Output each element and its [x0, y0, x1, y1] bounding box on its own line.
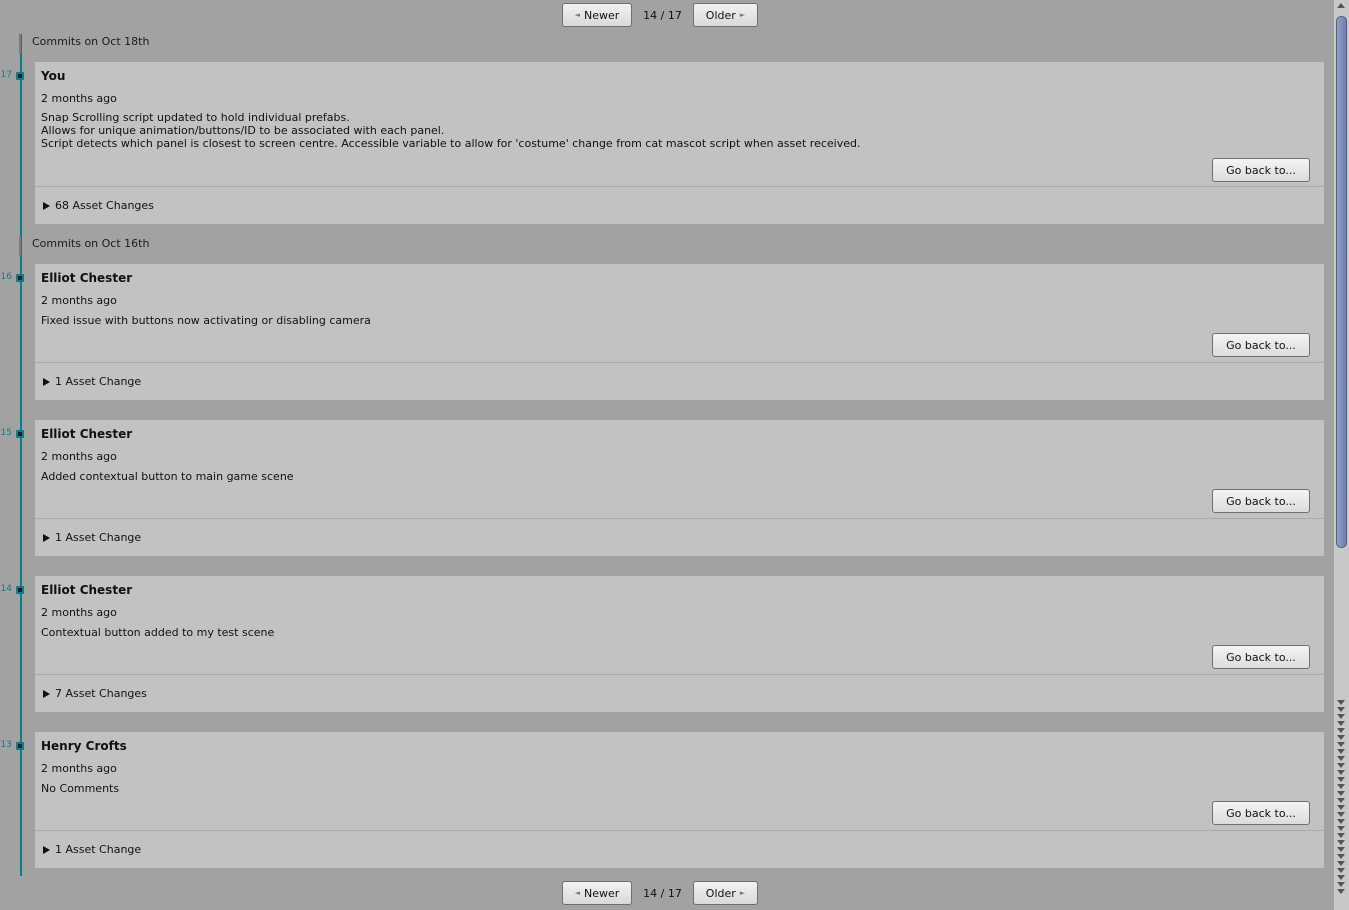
- timeline-day-separator: [19, 34, 21, 54]
- triangle-right-icon: [43, 689, 50, 698]
- older-button[interactable]: Older ►: [693, 3, 758, 27]
- commit-time: 2 months ago: [41, 450, 117, 463]
- scroll-thumb[interactable]: [1336, 16, 1347, 548]
- asset-changes-label: 7 Asset Changes: [55, 687, 147, 700]
- commit-message: Fixed issue with buttons now activating …: [41, 314, 371, 327]
- commit-node-icon: [16, 430, 24, 438]
- commit-number: 17: [0, 70, 12, 80]
- commit-number: 14: [0, 584, 12, 594]
- commit-card: Elliot Chester 2 months ago Fixed issue …: [35, 264, 1324, 400]
- commit-card: Henry Crofts 2 months ago No Comments Go…: [35, 732, 1324, 868]
- divider: [35, 674, 1324, 675]
- commit-time: 2 months ago: [41, 606, 117, 619]
- go-back-button[interactable]: Go back to...: [1212, 489, 1310, 513]
- asset-changes-label: 1 Asset Change: [55, 843, 142, 856]
- commit-number: 16: [0, 272, 12, 282]
- divider: [35, 186, 1324, 187]
- go-back-button[interactable]: Go back to...: [1212, 801, 1310, 825]
- commit-node-icon: [16, 72, 24, 80]
- asset-changes-toggle[interactable]: 1 Asset Change: [43, 531, 141, 544]
- pager-bottom: ◄ Newer 14 / 17 Older ►: [562, 880, 758, 906]
- commit-card: You 2 months ago Snap Scrolling script u…: [35, 62, 1324, 224]
- newer-button[interactable]: ◄ Newer: [562, 881, 632, 905]
- divider: [35, 830, 1324, 831]
- commit-time: 2 months ago: [41, 762, 117, 775]
- divider: [35, 362, 1324, 363]
- asset-changes-toggle[interactable]: 68 Asset Changes: [43, 199, 154, 212]
- commit-time: 2 months ago: [41, 294, 117, 307]
- newer-label: Newer: [584, 8, 620, 22]
- commit-author: Elliot Chester: [41, 427, 133, 441]
- commit-number: 13: [0, 740, 12, 750]
- day-header: Commits on Oct 18th: [32, 35, 150, 48]
- page-info: 14 / 17: [643, 886, 682, 900]
- triangle-right-icon: [43, 845, 50, 854]
- commit-message: Contextual button added to my test scene: [41, 626, 275, 639]
- page-info: 14 / 17: [643, 8, 682, 22]
- commit-message: Added contextual button to main game sce…: [41, 470, 294, 483]
- older-button[interactable]: Older ►: [693, 881, 758, 905]
- go-back-button[interactable]: Go back to...: [1212, 333, 1310, 357]
- triangle-right-icon: [43, 377, 50, 386]
- commit-author: Elliot Chester: [41, 271, 133, 285]
- commit-message: Snap Scrolling script updated to hold in…: [41, 111, 861, 150]
- newer-button[interactable]: ◄ Newer: [562, 3, 632, 27]
- commit-author: Elliot Chester: [41, 583, 133, 597]
- commit-time: 2 months ago: [41, 92, 117, 105]
- asset-changes-label: 1 Asset Change: [55, 531, 142, 544]
- vertical-scrollbar[interactable]: [1334, 0, 1349, 910]
- asset-changes-toggle[interactable]: 1 Asset Change: [43, 843, 141, 856]
- commit-author: Henry Crofts: [41, 739, 127, 753]
- arrow-right-icon: ►: [739, 889, 746, 897]
- asset-changes-label: 68 Asset Changes: [55, 199, 154, 212]
- commit-message: No Comments: [41, 782, 120, 795]
- triangle-right-icon: [43, 533, 50, 542]
- commit-number: 15: [0, 428, 12, 438]
- arrow-right-icon: ►: [739, 11, 746, 19]
- asset-changes-toggle[interactable]: 1 Asset Change: [43, 375, 141, 388]
- arrow-left-icon: ◄: [574, 11, 581, 19]
- arrow-left-icon: ◄: [574, 889, 581, 897]
- older-label: Older: [705, 886, 736, 900]
- commit-author: You: [41, 69, 66, 83]
- older-label: Older: [705, 8, 736, 22]
- asset-changes-label: 1 Asset Change: [55, 375, 142, 388]
- triangle-right-icon: [43, 201, 50, 210]
- commit-card: Elliot Chester 2 months ago Contextual b…: [35, 576, 1324, 712]
- commit-node-icon: [16, 274, 24, 282]
- scroll-down-arrows[interactable]: [1337, 700, 1346, 896]
- commit-node-icon: [16, 586, 24, 594]
- timeline-day-separator: [19, 236, 21, 256]
- commit-node-icon: [16, 742, 24, 750]
- go-back-button[interactable]: Go back to...: [1212, 158, 1310, 182]
- scroll-up-icon[interactable]: [1337, 3, 1345, 8]
- newer-label: Newer: [584, 886, 620, 900]
- asset-changes-toggle[interactable]: 7 Asset Changes: [43, 687, 147, 700]
- day-header: Commits on Oct 16th: [32, 237, 150, 250]
- pager-top: ◄ Newer 14 / 17 Older ►: [562, 2, 758, 28]
- commit-card: Elliot Chester 2 months ago Added contex…: [35, 420, 1324, 556]
- go-back-button[interactable]: Go back to...: [1212, 645, 1310, 669]
- divider: [35, 518, 1324, 519]
